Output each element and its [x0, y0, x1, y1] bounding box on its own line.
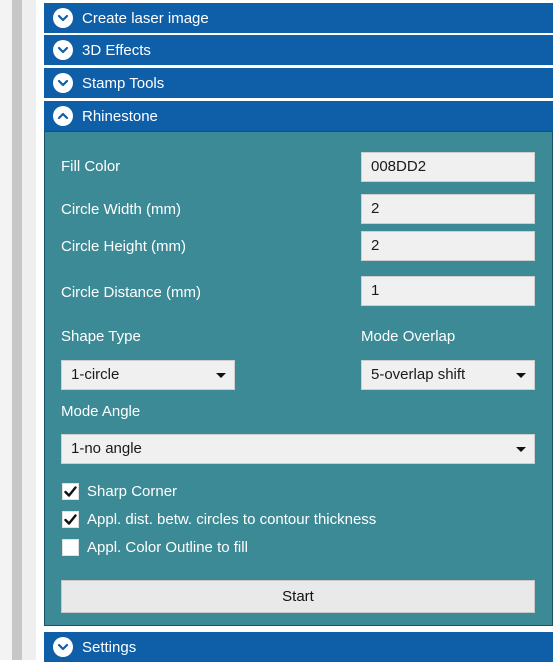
left-edge — [0, 0, 12, 660]
fill-color-input[interactable]: 008DD2 — [361, 152, 535, 182]
sharp-corner-checkbox[interactable]: Sharp Corner — [62, 481, 177, 501]
circle-distance-label: Circle Distance (mm) — [61, 284, 202, 301]
mode-overlap-value: 5-overlap shift — [371, 366, 466, 383]
mode-angle-select[interactable]: 1-no angle — [61, 434, 535, 464]
mode-angle-value: 1-no angle — [71, 440, 142, 457]
chevron-down-icon — [53, 40, 73, 60]
checkmark-icon — [64, 485, 77, 497]
chevron-down-icon — [53, 637, 73, 657]
section-header-stamp-tools[interactable]: Stamp Tools — [44, 68, 553, 98]
checkbox-label: Sharp Corner — [87, 482, 178, 500]
chevron-down-icon — [53, 73, 73, 93]
circle-width-input[interactable]: 2 — [361, 194, 535, 224]
apply-color-outline-checkbox[interactable]: Appl. Color Outline to fill — [62, 537, 248, 557]
chevron-up-icon — [53, 106, 73, 126]
dropdown-caret-icon — [216, 373, 226, 378]
rhinestone-panel: Fill Color 008DD2 Circle Width (mm) 2 Ci… — [44, 131, 553, 626]
section-header-3d-effects[interactable]: 3D Effects — [44, 35, 553, 65]
apply-distance-checkbox[interactable]: Appl. dist. betw. circles to contour thi… — [62, 509, 376, 529]
section-header-label: Stamp Tools — [82, 74, 165, 92]
checkbox-box[interactable] — [62, 510, 79, 528]
start-button[interactable]: Start — [61, 580, 535, 613]
circle-height-input[interactable]: 2 — [361, 231, 535, 261]
fill-color-label: Fill Color — [61, 158, 121, 175]
accordion-panel: Create laser image 3D Effects Stamp Tool… — [44, 0, 553, 662]
dropdown-caret-icon — [516, 373, 526, 378]
circle-width-label: Circle Width (mm) — [61, 201, 181, 218]
section-header-label: Create laser image — [82, 9, 209, 27]
shape-type-select[interactable]: 1-circle — [61, 360, 235, 390]
section-header-label: Settings — [82, 638, 137, 656]
circle-distance-input[interactable]: 1 — [361, 276, 535, 306]
scrollbar-track[interactable] — [12, 0, 22, 660]
section-header-settings[interactable]: Settings — [44, 632, 553, 662]
circle-height-label: Circle Height (mm) — [61, 238, 187, 255]
section-header-rhinestone[interactable]: Rhinestone — [44, 101, 553, 131]
section-header-create-laser-image[interactable]: Create laser image — [44, 3, 553, 33]
checkbox-box[interactable] — [62, 538, 79, 556]
shape-type-label: Shape Type — [61, 328, 141, 345]
dropdown-caret-icon — [516, 447, 526, 452]
mode-overlap-label: Mode Overlap — [361, 328, 456, 345]
checkbox-label: Appl. dist. betw. circles to contour thi… — [87, 510, 377, 528]
left-gutter — [22, 0, 36, 660]
checkbox-box[interactable] — [62, 482, 79, 500]
section-header-label: 3D Effects — [82, 41, 151, 59]
mode-overlap-select[interactable]: 5-overlap shift — [361, 360, 535, 390]
chevron-down-icon — [53, 8, 73, 28]
checkbox-label: Appl. Color Outline to fill — [87, 538, 248, 556]
checkmark-icon — [64, 513, 77, 525]
mode-angle-label: Mode Angle — [61, 403, 141, 420]
shape-type-value: 1-circle — [71, 366, 120, 383]
section-header-label: Rhinestone — [82, 107, 158, 125]
